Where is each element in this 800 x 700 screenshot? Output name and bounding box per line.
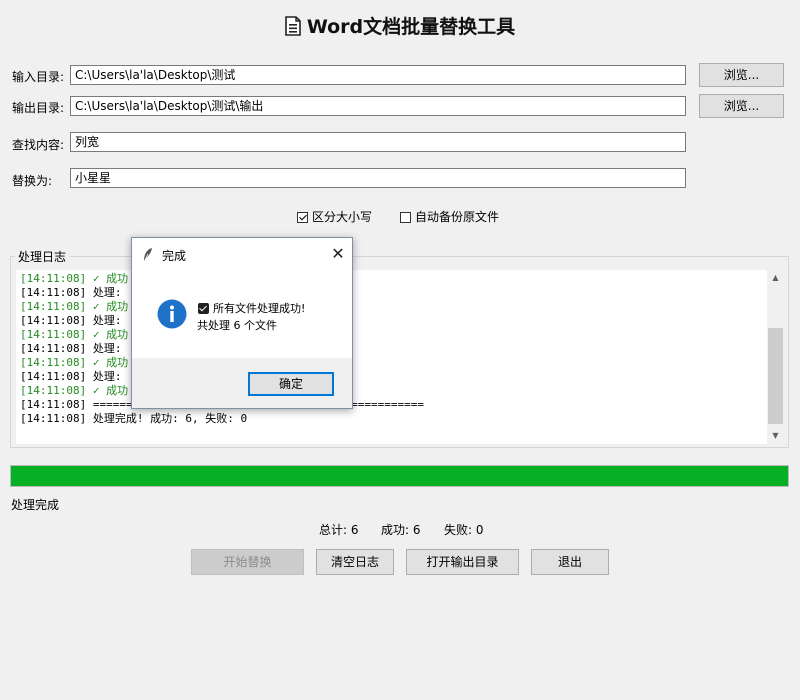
output-dir-field[interactable]: C:\Users\la'la\Desktop\测试\输出 xyxy=(70,96,686,116)
dialog-title: 完成 xyxy=(162,249,187,263)
dialog-titlebar[interactable]: 完成 ✕ xyxy=(132,238,352,270)
log-message: ✓ 成功 xyxy=(86,272,129,285)
log-time: [14:11:08] xyxy=(20,384,87,397)
log-time: [14:11:08] xyxy=(20,286,87,299)
dialog-message-line1: 所有文件处理成功! xyxy=(198,300,305,316)
log-message: 处理: xyxy=(86,286,122,299)
log-time: [14:11:08] xyxy=(20,412,87,425)
dialog-ok-button[interactable]: 确定 xyxy=(248,372,334,396)
log-time: [14:11:08] xyxy=(20,356,87,369)
log-time: [14:11:08] xyxy=(20,314,87,327)
case-sensitive-label: 区分大小写 xyxy=(312,210,373,224)
app-title-text: Word文档批量替换工具 xyxy=(306,16,516,38)
start-replace-button[interactable]: 开始替换 xyxy=(191,549,304,575)
app-title: Word文档批量替换工具 xyxy=(0,12,800,41)
log-message: 处理完成! 成功: 6, 失败: 0 xyxy=(86,412,248,425)
log-message: 处理: xyxy=(86,370,122,383)
stat-success: 成功: 6 xyxy=(381,523,421,537)
scroll-thumb[interactable] xyxy=(768,328,783,424)
log-message: ✓ 成功 xyxy=(86,384,129,397)
find-label: 查找内容: xyxy=(12,138,65,152)
input-dir-field[interactable]: C:\Users\la'la\Desktop\测试 xyxy=(70,65,686,85)
dialog-message-text1: 所有文件处理成功! xyxy=(213,302,306,315)
log-time: [14:11:08] xyxy=(20,398,87,411)
log-message: 处理: xyxy=(86,342,122,355)
open-output-dir-button[interactable]: 打开输出目录 xyxy=(406,549,519,575)
find-field[interactable]: 列宽 xyxy=(70,132,686,152)
browse-input-button[interactable]: 浏览... xyxy=(699,63,784,87)
stat-total: 总计: 6 xyxy=(319,523,359,537)
log-line: [14:11:08] 处理完成! 成功: 6, 失败: 0 xyxy=(20,412,763,426)
replace-label: 替换为: xyxy=(12,174,53,188)
replace-field[interactable]: 小星星 xyxy=(70,168,686,188)
log-text-area[interactable]: [14:11:08] ✓ 成功 [14:11:08] 处理: [14:11:08] … xyxy=(16,270,767,444)
log-group-title: 处理日志 xyxy=(15,248,70,265)
exit-button[interactable]: 退出 xyxy=(531,549,609,575)
log-message: 处理: xyxy=(86,314,122,327)
checkbox-unchecked-icon[interactable] xyxy=(400,212,411,223)
case-sensitive-checkbox[interactable]: 区分大小写 xyxy=(297,208,372,225)
output-dir-label: 输出目录: xyxy=(12,101,65,115)
info-icon xyxy=(157,299,187,332)
progress-fill xyxy=(11,466,788,486)
auto-backup-checkbox[interactable]: 自动备份原文件 xyxy=(400,208,499,225)
status-text: 处理完成 xyxy=(11,498,60,512)
document-icon xyxy=(285,16,301,41)
dialog-body: 所有文件处理成功! 共处理 6 个文件 xyxy=(132,270,352,358)
log-time: [14:11:08] xyxy=(20,370,87,383)
browse-output-button[interactable]: 浏览... xyxy=(699,94,784,118)
scroll-down-icon[interactable]: ▼ xyxy=(767,428,784,444)
stat-failed: 失败: 0 xyxy=(444,523,484,537)
input-dir-label: 输入目录: xyxy=(12,70,65,84)
scroll-up-icon[interactable]: ▲ xyxy=(767,270,784,286)
log-message: ✓ 成功 xyxy=(86,356,129,369)
progress-bar xyxy=(10,465,789,487)
dialog-footer: 确定 xyxy=(132,358,352,408)
log-scrollbar[interactable]: ▲ ▼ xyxy=(767,270,784,444)
completion-dialog: 完成 ✕ 所有文件处理成功! 共处理 6 个文件 确定 xyxy=(131,237,353,409)
log-message: ✓ 成功 xyxy=(86,300,129,313)
clear-log-button[interactable]: 清空日志 xyxy=(316,549,394,575)
dialog-message-line2: 共处理 6 个文件 xyxy=(197,319,277,332)
check-mark-icon xyxy=(198,303,209,314)
close-icon[interactable]: ✕ xyxy=(328,244,348,264)
log-time: [14:11:08] xyxy=(20,328,87,341)
log-message: ✓ 成功 xyxy=(86,328,129,341)
log-time: [14:11:08] xyxy=(20,300,87,313)
log-time: [14:11:08] xyxy=(20,272,87,285)
checkbox-checked-icon[interactable] xyxy=(297,212,308,223)
auto-backup-label: 自动备份原文件 xyxy=(415,210,500,224)
log-time: [14:11:08] xyxy=(20,342,87,355)
feather-icon xyxy=(142,247,154,266)
